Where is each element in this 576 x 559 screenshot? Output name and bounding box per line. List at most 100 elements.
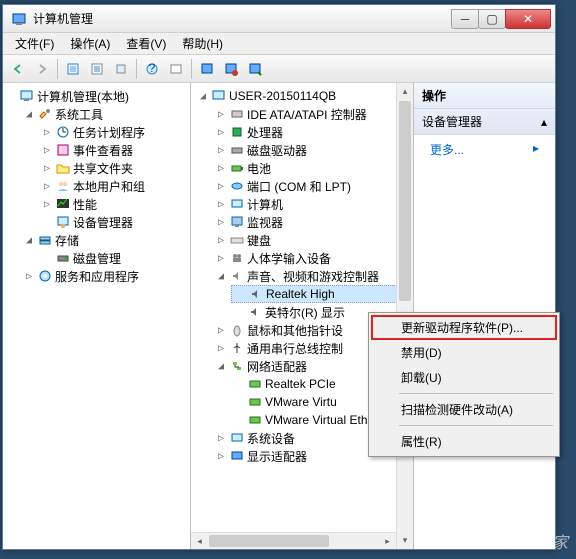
scroll-thumb[interactable]: [209, 535, 329, 547]
node-storage[interactable]: ◢存储: [21, 231, 190, 249]
back-button[interactable]: [7, 58, 29, 80]
menubar: 文件(F) 操作(A) 查看(V) 帮助(H): [3, 33, 555, 55]
computer-icon: [211, 88, 227, 104]
expand-icon[interactable]: ▷: [215, 109, 227, 120]
cpu-icon: [229, 124, 245, 140]
dev-ports[interactable]: ▷端口 (COM 和 LPT): [213, 177, 413, 195]
horizontal-scrollbar[interactable]: ◂▸: [191, 532, 396, 549]
node-shared[interactable]: ▷共享文件夹: [39, 159, 190, 177]
system-icon: [229, 430, 245, 446]
expand-icon[interactable]: ▷: [41, 199, 53, 210]
nic-icon: [247, 394, 263, 410]
dev-sound[interactable]: ◢声音、视频和游戏控制器: [213, 267, 413, 285]
scroll-up-arrow[interactable]: ▴: [397, 83, 413, 100]
help-button[interactable]: ?: [141, 58, 163, 80]
speaker-icon: [248, 286, 264, 302]
scroll-right-arrow[interactable]: ▸: [379, 533, 396, 549]
expand-icon[interactable]: ▷: [215, 127, 227, 138]
toolbar: ?: [3, 55, 555, 83]
expand-icon[interactable]: ▷: [215, 199, 227, 210]
menu-view[interactable]: 查看(V): [118, 33, 174, 54]
tb-icon-3[interactable]: [220, 58, 242, 80]
expand-icon[interactable]: ▷: [41, 181, 53, 192]
close-button[interactable]: ✕: [505, 9, 551, 29]
dev-cpu[interactable]: ▷处理器: [213, 123, 413, 141]
ctx-properties[interactable]: 属性(R): [371, 429, 557, 454]
menu-file[interactable]: 文件(F): [7, 33, 62, 54]
node-event[interactable]: ▷ 事件查看器: [39, 141, 190, 159]
menu-help[interactable]: 帮助(H): [174, 33, 231, 54]
expand-icon[interactable]: ▷: [215, 235, 227, 246]
collapse-icon[interactable]: ◢: [197, 91, 209, 102]
minimize-button[interactable]: ─: [451, 9, 479, 29]
scroll-left-arrow[interactable]: ◂: [191, 533, 208, 549]
expand-icon[interactable]: ▷: [41, 127, 53, 138]
dev-hid[interactable]: ▷ 人体学输入设备: [213, 249, 413, 267]
dev-realtek[interactable]: Realtek High: [231, 285, 413, 303]
node-services[interactable]: ▷服务和应用程序: [21, 267, 190, 285]
display-icon: [229, 448, 245, 464]
dev-monitor[interactable]: ▷监视器: [213, 213, 413, 231]
dev-disk[interactable]: ▷磁盘驱动器: [213, 141, 413, 159]
expand-icon[interactable]: ▷: [215, 451, 227, 462]
expand-icon[interactable]: ▷: [215, 181, 227, 192]
actions-section[interactable]: 设备管理器▴: [414, 109, 555, 135]
node-root[interactable]: 计算机管理(本地): [3, 87, 190, 105]
chevron-right-icon: ▸: [533, 141, 539, 158]
expand-icon[interactable]: ▷: [215, 433, 227, 444]
expand-icon[interactable]: ▷: [215, 343, 227, 354]
label: 事件查看器: [73, 142, 133, 159]
tb-icon-2[interactable]: [196, 58, 218, 80]
main-window: 计算机管理 ─ ▢ ✕ 文件(F) 操作(A) 查看(V) 帮助(H) ? 计: [2, 4, 556, 550]
tb-icon-4[interactable]: [244, 58, 266, 80]
titlebar[interactable]: 计算机管理 ─ ▢ ✕: [3, 5, 555, 33]
node-systools[interactable]: ◢系统工具: [21, 105, 190, 123]
node-disk[interactable]: 磁盘管理: [39, 249, 190, 267]
event-icon: [55, 142, 71, 158]
disk-icon: [55, 250, 71, 266]
expand-icon[interactable]: ▷: [215, 163, 227, 174]
ctx-uninstall[interactable]: 卸载(U): [371, 365, 557, 390]
dev-battery[interactable]: ▷电池: [213, 159, 413, 177]
collapse-icon[interactable]: ◢: [23, 109, 35, 120]
expand-icon[interactable]: ▷: [41, 163, 53, 174]
label: 设备管理器: [73, 214, 133, 231]
dev-ide[interactable]: ▷IDE ATA/ATAPI 控制器: [213, 105, 413, 123]
forward-button[interactable]: [31, 58, 53, 80]
expand-icon[interactable]: ▷: [215, 145, 227, 156]
expand-icon[interactable]: ▷: [215, 325, 227, 336]
tb-icon-1[interactable]: [165, 58, 187, 80]
dev-computer[interactable]: ▷计算机: [213, 195, 413, 213]
properties-button[interactable]: [86, 58, 108, 80]
collapse-icon[interactable]: ◢: [23, 235, 35, 246]
cut-button[interactable]: [110, 58, 132, 80]
ctx-update-driver[interactable]: 更新驱动程序软件(P)...: [371, 315, 557, 340]
collapse-icon[interactable]: ◢: [215, 271, 227, 282]
expand-icon[interactable]: ▷: [23, 271, 35, 282]
label: 英特尔(R) 显示: [265, 304, 345, 321]
node-task[interactable]: ▷任务计划程序: [39, 123, 190, 141]
collapse-icon[interactable]: ◢: [215, 361, 227, 372]
ctx-scan-hardware[interactable]: 扫描检测硬件改动(A): [371, 397, 557, 422]
dev-root[interactable]: ◢USER-20150114QB: [195, 87, 413, 105]
expand-icon[interactable]: ▷: [41, 145, 53, 156]
scroll-thumb[interactable]: [399, 101, 411, 301]
label: 磁盘管理: [73, 250, 121, 267]
expand-icon[interactable]: ▷: [215, 253, 227, 264]
more-actions-link[interactable]: 更多... ▸: [414, 135, 555, 164]
scroll-down-arrow[interactable]: ▾: [397, 532, 413, 549]
mouse-icon: [229, 322, 245, 338]
ctx-disable[interactable]: 禁用(D): [371, 340, 557, 365]
maximize-button[interactable]: ▢: [478, 9, 506, 29]
expand-icon[interactable]: ▷: [215, 217, 227, 228]
up-button[interactable]: [62, 58, 84, 80]
label: 人体学输入设备: [247, 250, 331, 267]
link-label: 更多...: [430, 141, 464, 158]
node-devmgr[interactable]: 设备管理器: [39, 213, 190, 231]
dev-keyboard[interactable]: ▷键盘: [213, 231, 413, 249]
node-users[interactable]: ▷本地用户和组: [39, 177, 190, 195]
menu-action[interactable]: 操作(A): [62, 33, 118, 54]
node-perf[interactable]: ▷性能: [39, 195, 190, 213]
nic-icon: [247, 376, 263, 392]
label: 鼠标和其他指针设: [247, 322, 343, 339]
